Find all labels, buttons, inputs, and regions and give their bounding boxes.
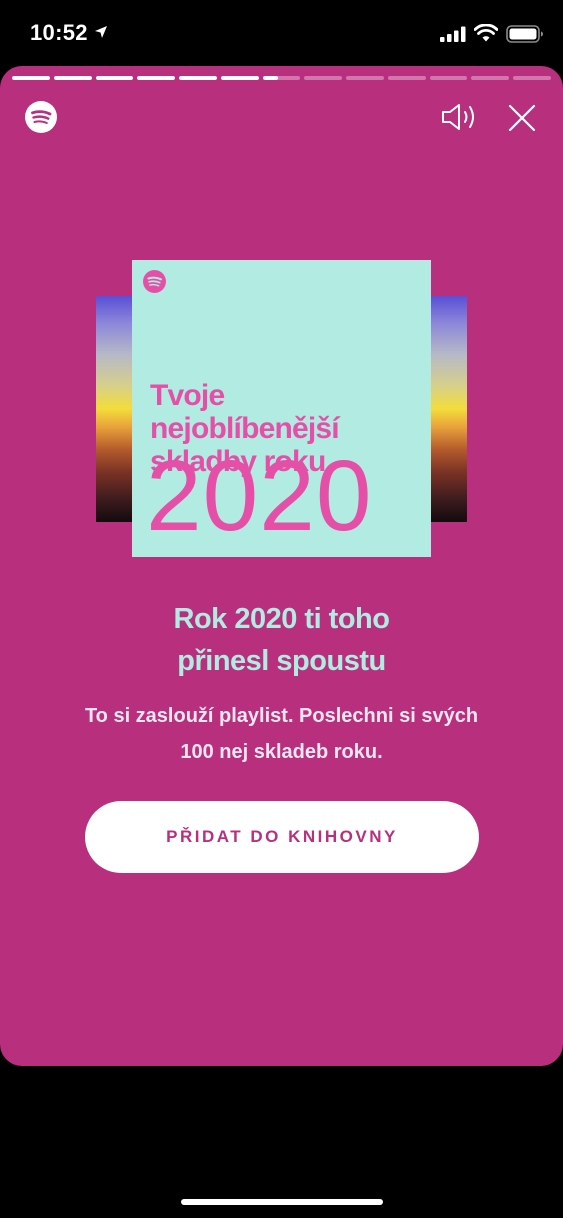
status-bar: 10:52 — [0, 0, 563, 66]
progress-segment — [12, 76, 50, 80]
cover-year: 2020 — [146, 440, 373, 552]
screen: 10:52 Tvoje nejoblíbenější skladby roku … — [0, 0, 563, 1218]
progress-segment — [262, 76, 301, 80]
cover-side-stripe-right — [431, 296, 467, 522]
battery-icon — [506, 25, 543, 43]
volume-icon[interactable] — [440, 102, 480, 132]
status-time: 10:52 — [30, 20, 88, 45]
subtext-line: To si zaslouží playlist. Poslechni si sv… — [84, 705, 479, 727]
progress-segment — [346, 76, 384, 80]
progress-segment — [179, 76, 217, 80]
close-icon[interactable] — [508, 104, 536, 132]
wifi-icon — [474, 24, 498, 42]
signal-icon — [440, 26, 466, 42]
progress-segment — [137, 76, 176, 80]
progress-segment — [387, 76, 426, 80]
progress-segment — [471, 76, 510, 80]
headline-line: Rok 2020 ti toho — [173, 603, 391, 635]
progress-segment — [53, 76, 92, 80]
story-subtext: To si zaslouží playlist. Poslechni si sv… — [40, 698, 523, 770]
progress-segment — [513, 76, 551, 80]
headline-line: přinesl spoustu — [177, 645, 386, 677]
cover-side-stripe-left — [96, 296, 132, 522]
subtext-line: 100 nej skladeb roku. — [180, 741, 383, 763]
progress-segment — [429, 76, 468, 80]
add-to-library-button[interactable]: PŘIDAT DO KNIHOVNY — [85, 801, 479, 873]
playlist-cover: Tvoje nejoblíbenější skladby roku 2020 — [132, 260, 431, 557]
progress-segment — [95, 76, 134, 80]
story-progress — [12, 76, 551, 80]
story-card[interactable]: Tvoje nejoblíbenější skladby roku 2020 R… — [0, 66, 563, 1066]
location-arrow-icon — [95, 26, 107, 38]
home-indicator[interactable] — [181, 1199, 383, 1205]
story-headline: Rok 2020 ti toho přinesl spoustu — [0, 598, 563, 682]
progress-segment — [220, 76, 259, 80]
spotify-logo — [143, 270, 166, 293]
spotify-logo — [25, 101, 57, 133]
progress-segment — [304, 76, 343, 80]
